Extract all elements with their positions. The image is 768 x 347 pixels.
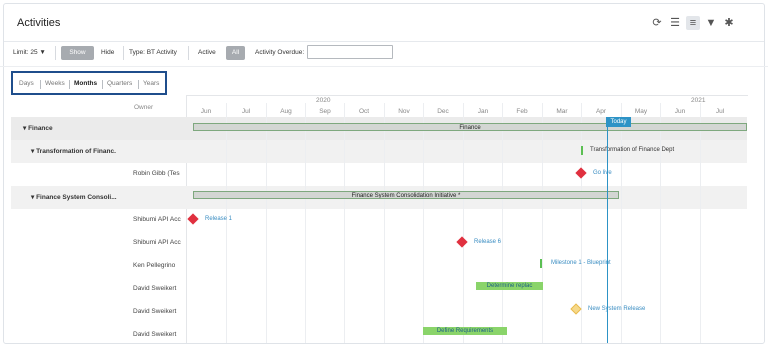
scale-years[interactable]: Years xyxy=(143,80,159,87)
year-label: 2020 xyxy=(316,97,331,104)
row-label[interactable]: ▾ Finance System Consoli... xyxy=(31,193,117,201)
milestone-label: Release 6 xyxy=(474,239,502,245)
today-marker: Today xyxy=(606,117,631,127)
row-label[interactable]: ▾ Transformation of Financ. xyxy=(31,147,116,155)
row-label: Ken Pellegrino xyxy=(133,262,176,269)
month-label: Dec xyxy=(437,108,449,115)
row-label: Shibumi API Acc xyxy=(133,216,181,223)
separator xyxy=(188,46,189,60)
milestone-tick[interactable] xyxy=(581,146,583,155)
separator xyxy=(102,80,103,89)
separator xyxy=(40,80,41,89)
month-label: Nov xyxy=(398,108,410,115)
month-label: Jun xyxy=(200,108,212,115)
month-label: Jan xyxy=(477,108,489,115)
scale-weeks[interactable]: Weeks xyxy=(45,80,65,87)
list-view-icon[interactable]: ☰ xyxy=(668,16,682,30)
overdue-label: Activity Overdue: xyxy=(255,49,305,56)
month-label: Apr xyxy=(595,108,607,115)
grid-line xyxy=(423,103,424,343)
month-label: May xyxy=(634,108,648,115)
gantt-row[interactable]: Ken Pellegrino xyxy=(11,255,747,278)
month-label: Jun xyxy=(674,108,686,115)
owner-column-header[interactable]: Owner xyxy=(134,104,153,111)
month-label: Feb xyxy=(516,108,528,115)
gantt-bar-consolidation[interactable]: Finance System Consolidation Initiative … xyxy=(193,191,619,199)
row-label: David Sweikert xyxy=(133,308,177,315)
gear-icon[interactable]: ✱ xyxy=(722,16,736,30)
row-label: Shibumi API Acc xyxy=(133,239,181,246)
year-label: 2021 xyxy=(691,97,706,104)
milestone-tick[interactable] xyxy=(540,259,542,268)
show-button[interactable]: Show xyxy=(61,46,94,60)
scale-days[interactable]: Days xyxy=(19,80,34,87)
all-button[interactable]: All xyxy=(226,46,245,60)
gantt-row[interactable]: Shibumi API Acc xyxy=(11,209,747,232)
filter-bar: Limit: 25 ▼ Show Hide Type: BT Activity … xyxy=(0,39,768,67)
overdue-input[interactable] xyxy=(307,45,393,59)
today-line xyxy=(607,117,608,343)
row-label[interactable]: ▾ Finance xyxy=(23,124,53,132)
milestone-label: Go live xyxy=(593,170,612,176)
month-label: Jul xyxy=(715,108,725,115)
grid-line xyxy=(344,103,345,343)
gantt-row[interactable]: Shibumi API Acc xyxy=(11,232,747,255)
gantt-view-icon[interactable]: ≡ xyxy=(686,16,700,30)
grid-line xyxy=(463,103,464,343)
scale-quarters[interactable]: Quarters xyxy=(107,80,132,87)
grid-line xyxy=(226,103,227,343)
row-label: David Sweikert xyxy=(133,331,177,338)
grid-line xyxy=(384,103,385,343)
gantt-row[interactable]: David Sweikert xyxy=(11,301,747,324)
gantt-bar-determine[interactable]: Determine replac xyxy=(476,282,543,290)
gantt-bar-finance[interactable]: Finance xyxy=(193,123,747,131)
month-label: Oct xyxy=(358,108,370,115)
filter-icon[interactable]: ▼ xyxy=(704,16,718,30)
grid-line xyxy=(502,103,503,343)
gantt-bar-define[interactable]: Define Requirements xyxy=(423,327,507,335)
grid-line xyxy=(660,103,661,343)
gantt-row[interactable]: David Sweikert xyxy=(11,324,747,347)
active-button[interactable]: Active xyxy=(194,46,220,60)
grid-line xyxy=(542,103,543,343)
milestone-label: Release 1 xyxy=(205,216,233,222)
grid-line xyxy=(266,103,267,343)
page-title: Activities xyxy=(17,17,61,29)
gantt-row[interactable]: Robin Gibb (Tes xyxy=(11,163,747,186)
milestone-label: Milestone 1 - Blueprint xyxy=(551,260,611,266)
type-filter[interactable]: Type: BT Activity xyxy=(129,49,177,56)
separator xyxy=(69,80,70,89)
bar-label: Transformation of Finance Dept xyxy=(590,147,675,153)
month-label: Jul xyxy=(241,108,251,115)
title-bar: Activities ⟳ ☰ ≡ ▼ ✱ xyxy=(4,4,764,42)
month-label: Aug xyxy=(280,108,292,115)
gantt-row[interactable]: David Sweikert xyxy=(11,278,747,301)
refresh-icon[interactable]: ⟳ xyxy=(650,16,664,30)
separator xyxy=(55,46,56,60)
grid-line xyxy=(581,103,582,343)
limit-dropdown[interactable]: Limit: 25 ▼ xyxy=(13,49,46,56)
scale-months[interactable]: Months xyxy=(74,80,97,87)
grid-line xyxy=(305,103,306,343)
month-label: Mar xyxy=(556,108,568,115)
separator xyxy=(138,80,139,89)
separator xyxy=(123,46,124,60)
month-label: Sep xyxy=(319,108,331,115)
hide-button[interactable]: Hide xyxy=(97,46,118,60)
grid-line xyxy=(700,103,701,343)
row-label: Robin Gibb (Tes xyxy=(133,170,180,177)
row-label: David Sweikert xyxy=(133,285,177,292)
milestone-label: New System Release xyxy=(588,306,646,312)
